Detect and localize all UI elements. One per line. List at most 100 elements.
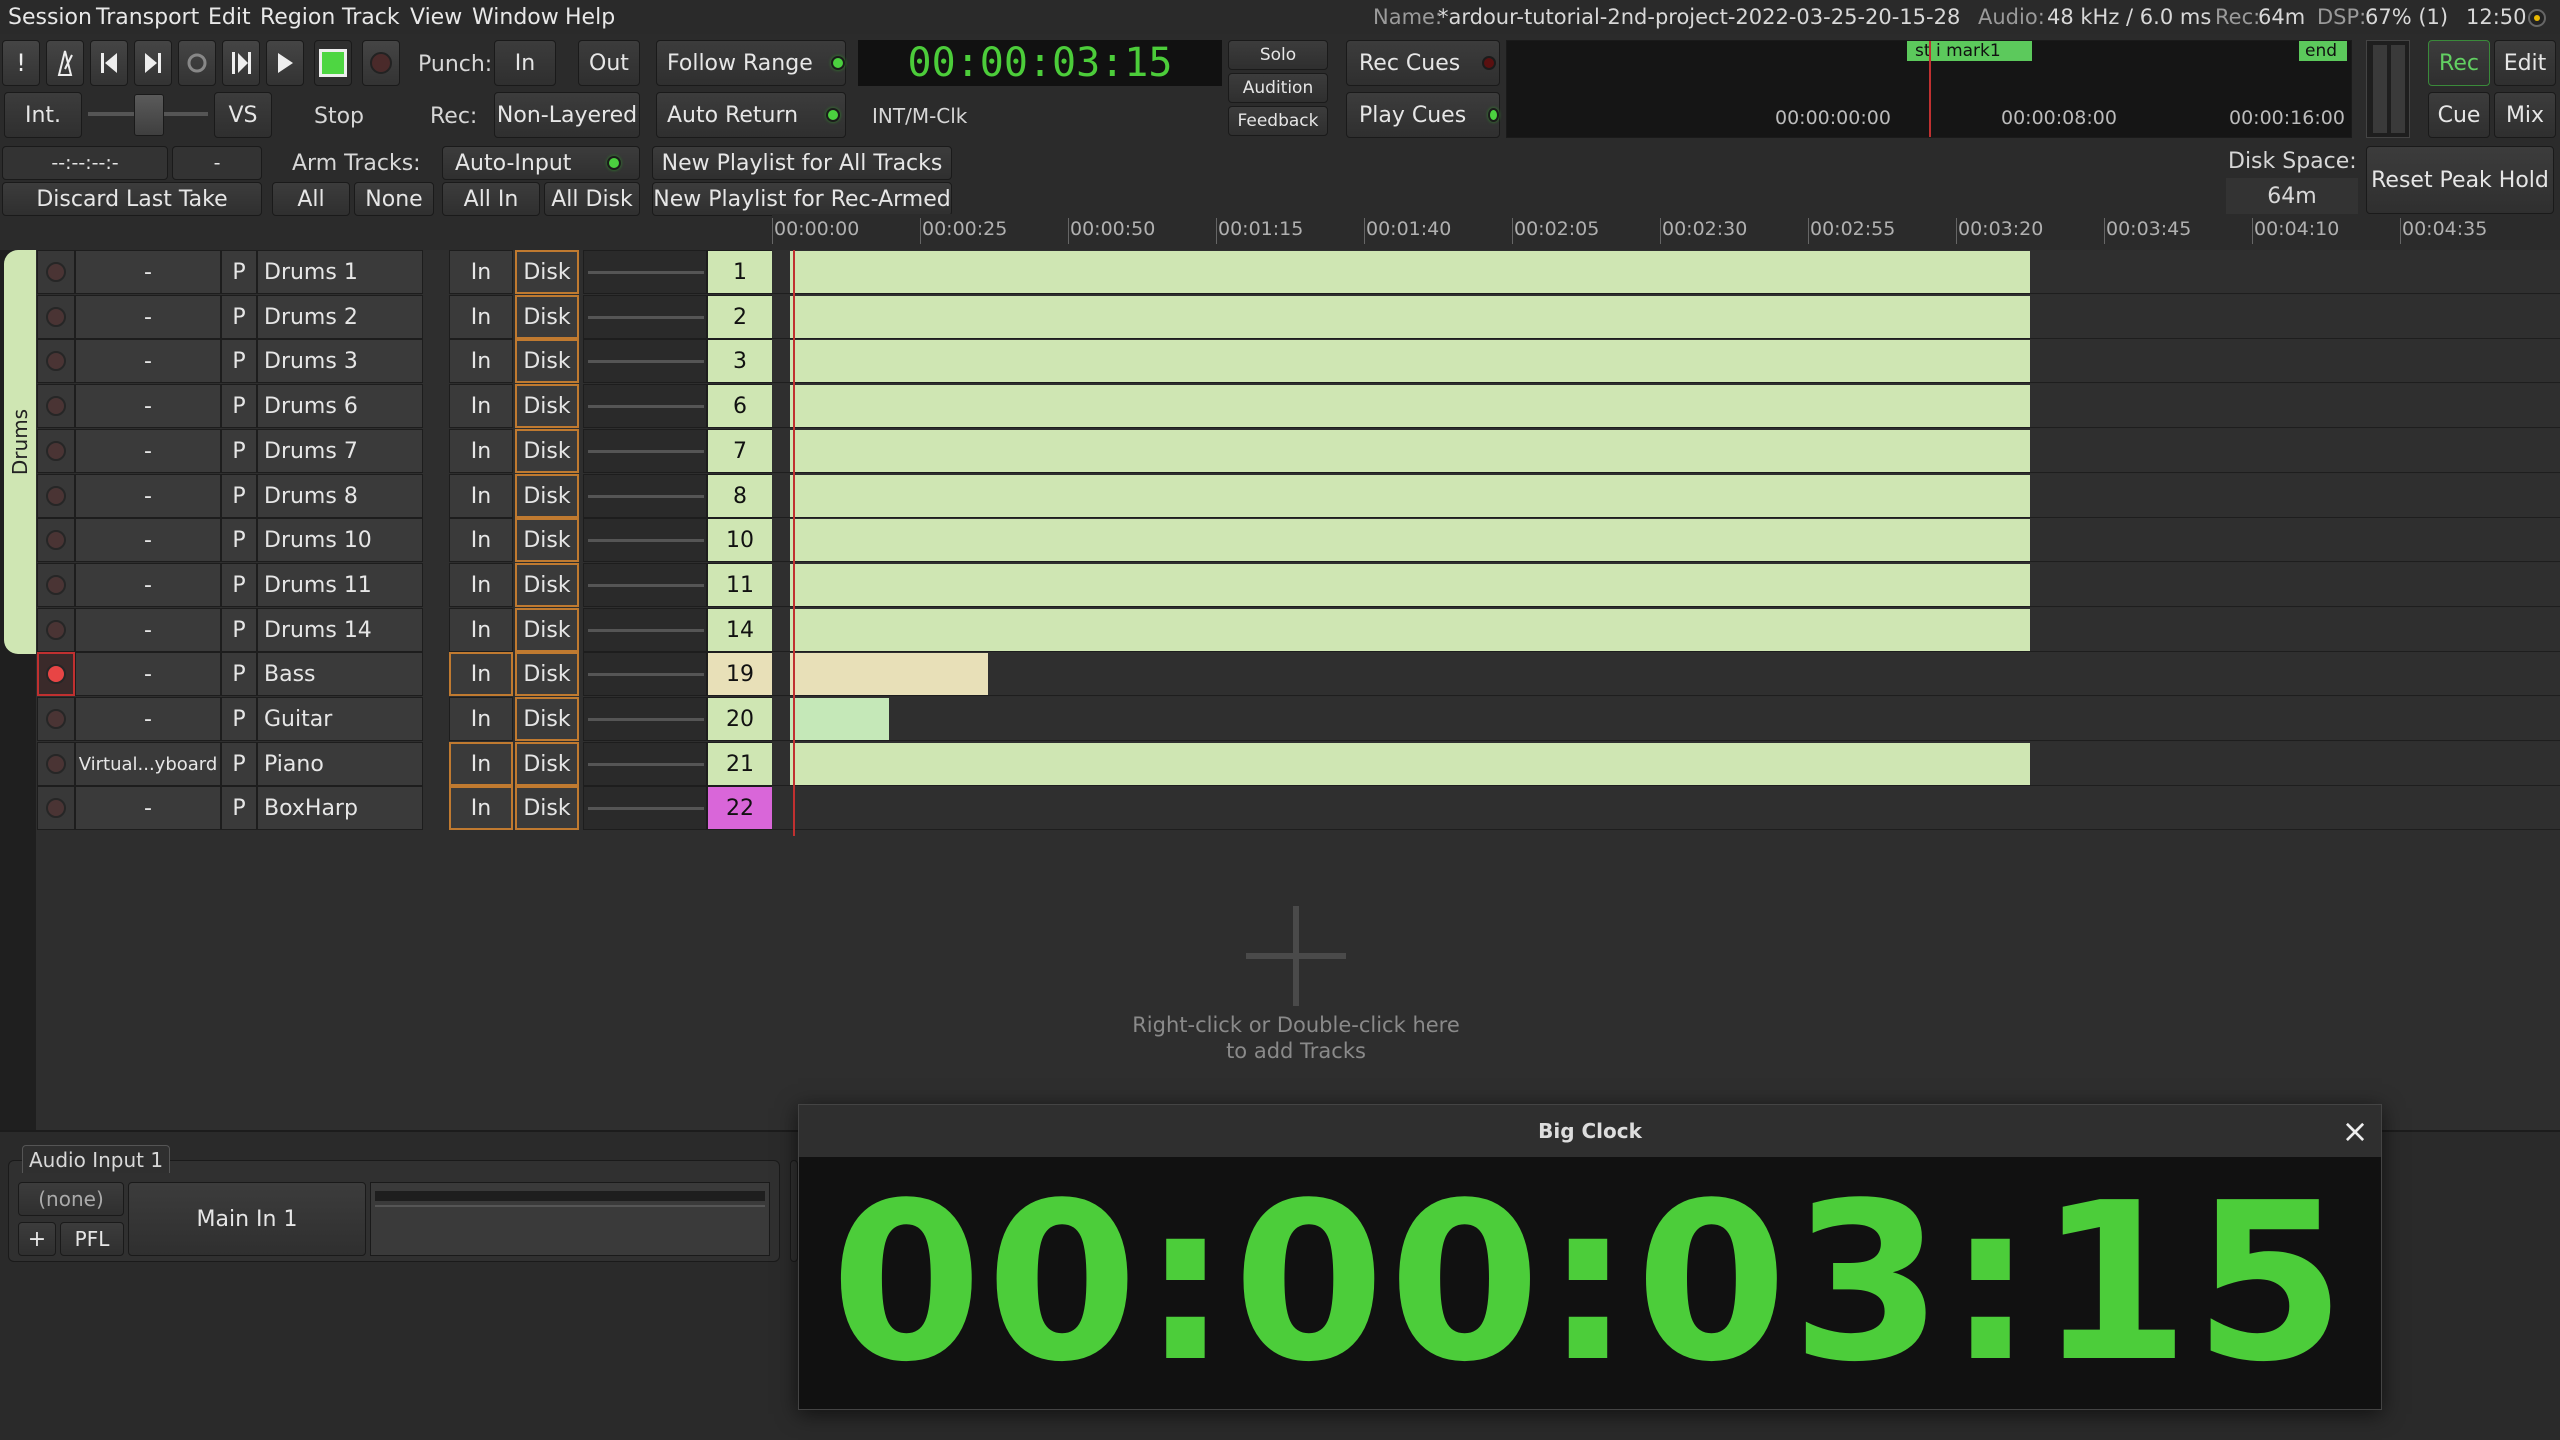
playhead[interactable] (793, 250, 795, 836)
int-button[interactable]: Int. (4, 92, 82, 138)
audio-region[interactable] (790, 519, 2030, 561)
track-name[interactable]: Drums 14 (257, 608, 423, 652)
track-playlist-button[interactable]: P (221, 518, 257, 562)
cue-view-button[interactable]: Cue (2428, 92, 2490, 138)
track-lane[interactable] (772, 652, 2560, 696)
track-monitor-in-button[interactable]: In (449, 652, 513, 696)
audio-region[interactable] (790, 430, 2030, 472)
rec-cues-button[interactable]: Rec Cues (1346, 40, 1500, 86)
punch-in-button[interactable]: In (494, 40, 556, 86)
track-monitor-in-button[interactable]: In (449, 563, 513, 607)
goto-end-icon[interactable] (134, 40, 172, 86)
track-name[interactable]: Drums 3 (257, 339, 423, 383)
track-rec-arm-button[interactable] (37, 339, 75, 383)
pfl-button[interactable]: PFL (60, 1222, 124, 1256)
rec-mode-select[interactable]: Non-Layered (494, 92, 640, 138)
arm-all-button[interactable]: All (272, 182, 350, 216)
track-rec-arm-button[interactable] (37, 742, 75, 786)
track-input-button[interactable]: - (75, 697, 221, 741)
menu-edit[interactable]: Edit (208, 0, 251, 34)
track-playlist-button[interactable]: P (221, 563, 257, 607)
audio-region[interactable] (790, 475, 2030, 517)
track-monitor-disk-button[interactable]: Disk (515, 563, 579, 607)
track-monitor-in-button[interactable]: In (449, 429, 513, 473)
solo-indicator[interactable]: Solo (1228, 40, 1328, 70)
track-playlist-button[interactable]: P (221, 250, 257, 294)
track-input-button[interactable]: - (75, 295, 221, 339)
track-monitor-disk-button[interactable]: Disk (515, 697, 579, 741)
track-monitor-disk-button[interactable]: Disk (515, 339, 579, 383)
track-name[interactable]: Bass (257, 652, 423, 696)
menu-view[interactable]: View (410, 0, 462, 34)
track-input-button[interactable]: Virtual...yboard (75, 742, 221, 786)
metronome-icon[interactable] (46, 40, 84, 86)
track-monitor-in-button[interactable]: In (449, 295, 513, 339)
audio-region[interactable] (790, 564, 2030, 606)
track-monitor-in-button[interactable]: In (449, 518, 513, 562)
track-rec-arm-button[interactable] (37, 697, 75, 741)
track-name[interactable]: Drums 8 (257, 474, 423, 518)
audio-region[interactable] (790, 609, 2030, 651)
mix-view-button[interactable]: Mix (2494, 92, 2556, 138)
track-lane[interactable] (772, 786, 2560, 830)
track-playlist-button[interactable]: P (221, 339, 257, 383)
track-rec-arm-button[interactable] (37, 384, 75, 428)
track-input-button[interactable]: - (75, 563, 221, 607)
auto-return-button[interactable]: Auto Return (656, 92, 846, 138)
close-icon[interactable]: × (2337, 1111, 2373, 1151)
play-icon[interactable] (266, 40, 304, 86)
add-track-plus-icon[interactable] (1246, 906, 1346, 1006)
edit-view-button[interactable]: Edit (2494, 40, 2556, 86)
audio-region[interactable] (790, 296, 2030, 338)
track-rec-arm-button[interactable] (37, 474, 75, 518)
track-name[interactable]: Drums 1 (257, 250, 423, 294)
track-input-button[interactable]: - (75, 429, 221, 473)
discard-last-take-button[interactable]: Discard Last Take (2, 182, 262, 216)
menu-session[interactable]: Session (8, 0, 92, 34)
track-monitor-in-button[interactable]: In (449, 474, 513, 518)
track-monitor-disk-button[interactable]: Disk (515, 250, 579, 294)
menu-help[interactable]: Help (565, 0, 615, 34)
track-monitor-in-button[interactable]: In (449, 250, 513, 294)
track-monitor-in-button[interactable]: In (449, 786, 513, 830)
menu-window[interactable]: Window (472, 0, 559, 34)
record-icon[interactable] (362, 40, 400, 86)
track-monitor-in-button[interactable]: In (449, 697, 513, 741)
track-name[interactable]: Drums 7 (257, 429, 423, 473)
track-input-button[interactable]: - (75, 786, 221, 830)
track-rec-arm-button[interactable] (37, 295, 75, 339)
menu-region[interactable]: Region (260, 0, 335, 34)
track-monitor-disk-button[interactable]: Disk (515, 429, 579, 473)
track-monitor-disk-button[interactable]: Disk (515, 518, 579, 562)
track-monitor-disk-button[interactable]: Disk (515, 474, 579, 518)
rec-clock-a[interactable]: --:--:--:- (2, 146, 168, 180)
track-name[interactable]: Drums 10 (257, 518, 423, 562)
new-playlist-all-button[interactable]: New Playlist for All Tracks (652, 146, 952, 180)
reset-peak-hold-button[interactable]: Reset Peak Hold (2366, 146, 2554, 214)
audio-region[interactable] (790, 698, 889, 740)
input-none-button[interactable]: (none) (18, 1182, 124, 1216)
track-input-button[interactable]: - (75, 339, 221, 383)
marker-end[interactable]: end (2299, 41, 2347, 61)
track-name[interactable]: Guitar (257, 697, 423, 741)
track-playlist-button[interactable]: P (221, 697, 257, 741)
audio-region[interactable] (790, 385, 2030, 427)
loop-icon[interactable] (178, 40, 216, 86)
goto-start-icon[interactable] (90, 40, 128, 86)
audition-indicator[interactable]: Audition (1228, 73, 1328, 103)
track-rec-arm-button[interactable] (37, 518, 75, 562)
track-input-button[interactable]: - (75, 608, 221, 652)
all-in-button[interactable]: All In (442, 182, 540, 216)
track-name[interactable]: Piano (257, 742, 423, 786)
add-tracks-hint[interactable]: Right-click or Double-click here to add … (1096, 1012, 1496, 1064)
rec-clock-b[interactable]: - (172, 146, 262, 180)
track-input-button[interactable]: - (75, 384, 221, 428)
track-name[interactable]: Drums 11 (257, 563, 423, 607)
track-input-button[interactable]: - (75, 250, 221, 294)
track-playlist-button[interactable]: P (221, 786, 257, 830)
main-in-button[interactable]: Main In 1 (128, 1182, 366, 1256)
track-monitor-in-button[interactable]: In (449, 742, 513, 786)
track-rec-arm-button[interactable] (37, 608, 75, 652)
track-monitor-disk-button[interactable]: Disk (515, 384, 579, 428)
track-name[interactable]: Drums 2 (257, 295, 423, 339)
